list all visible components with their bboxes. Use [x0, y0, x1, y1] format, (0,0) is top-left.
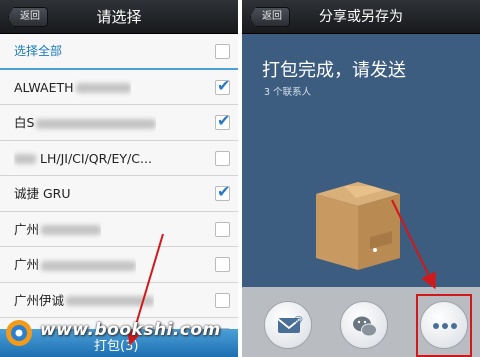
contact-name: ALWAETH	[14, 79, 74, 95]
watermark-text: www.bookshi.com	[40, 320, 221, 340]
package-icon	[316, 182, 400, 270]
contact-checkbox[interactable]	[215, 257, 230, 272]
select-all-checkbox[interactable]	[215, 44, 230, 59]
contact-count: 3 个联系人	[264, 87, 312, 98]
wechat-share-button[interactable]	[340, 301, 388, 349]
title-bar: 返回 请选择	[0, 0, 238, 34]
svg-text:@: @	[294, 315, 303, 325]
mail-share-button[interactable]: @	[264, 301, 312, 349]
mail-icon: @	[277, 315, 303, 333]
contact-row[interactable]: 广州伊诚	[0, 282, 238, 318]
contact-checkbox[interactable]: ✔	[215, 76, 230, 95]
contact-list: 选择全部 ALWAETH ✔ 白S ✔ LH/JI/CI/QR/EY/C... …	[0, 34, 238, 354]
redacted-text	[36, 118, 157, 129]
contact-select-screen: 返回 请选择 选择全部 ALWAETH ✔ 白S ✔ LH/JI/CI/QR/E…	[0, 0, 238, 357]
wechat-icon	[353, 316, 377, 337]
title-bar: 返回 分享或另存为	[242, 0, 480, 34]
contact-checkbox[interactable]: ✔	[215, 182, 230, 201]
share-screen: 返回 分享或另存为 打包完成，请发送 3 个联系人 @	[242, 0, 480, 357]
contact-name: 诚捷 GRU	[14, 186, 71, 201]
contact-row[interactable]: LH/JI/CI/QR/EY/C...	[0, 140, 238, 176]
check-icon: ✔	[217, 182, 231, 201]
contact-row[interactable]: ALWAETH ✔	[0, 69, 238, 105]
contact-row[interactable]: 诚捷 GRU ✔	[0, 176, 238, 212]
contact-row[interactable]: 广州	[0, 211, 238, 247]
contact-name: LH/JI/CI/QR/EY/C...	[40, 150, 152, 166]
site-logo-icon	[6, 320, 32, 346]
redacted-text	[41, 260, 137, 271]
contact-name: 广州伊诚	[14, 292, 65, 308]
contact-checkbox[interactable]	[215, 292, 230, 308]
check-icon: ✔	[217, 75, 231, 95]
contact-checkbox[interactable]: ✔	[215, 111, 230, 130]
contact-name: 广州	[14, 257, 40, 272]
check-icon: ✔	[217, 111, 231, 130]
contact-checkbox[interactable]	[215, 221, 230, 237]
select-all-row[interactable]: 选择全部	[0, 34, 238, 70]
redacted-text	[66, 296, 155, 306]
redacted-text	[41, 225, 102, 235]
contact-row[interactable]: 白S ✔	[0, 105, 238, 141]
contact-checkbox[interactable]	[215, 150, 230, 166]
select-all-label: 选择全部	[14, 44, 63, 58]
mail-share-label	[264, 351, 312, 357]
back-button[interactable]: 返回	[8, 7, 48, 27]
contact-row[interactable]: 广州	[0, 247, 238, 283]
contact-name: 白S	[14, 115, 35, 130]
wechat-share-label	[340, 351, 388, 357]
more-button-highlight	[416, 294, 472, 357]
pack-complete-heading: 打包完成，请发送	[262, 60, 406, 81]
back-button[interactable]: 返回	[250, 7, 290, 27]
redacted-text	[75, 83, 131, 93]
contact-name: 广州	[14, 221, 40, 237]
redacted-text	[14, 154, 36, 164]
